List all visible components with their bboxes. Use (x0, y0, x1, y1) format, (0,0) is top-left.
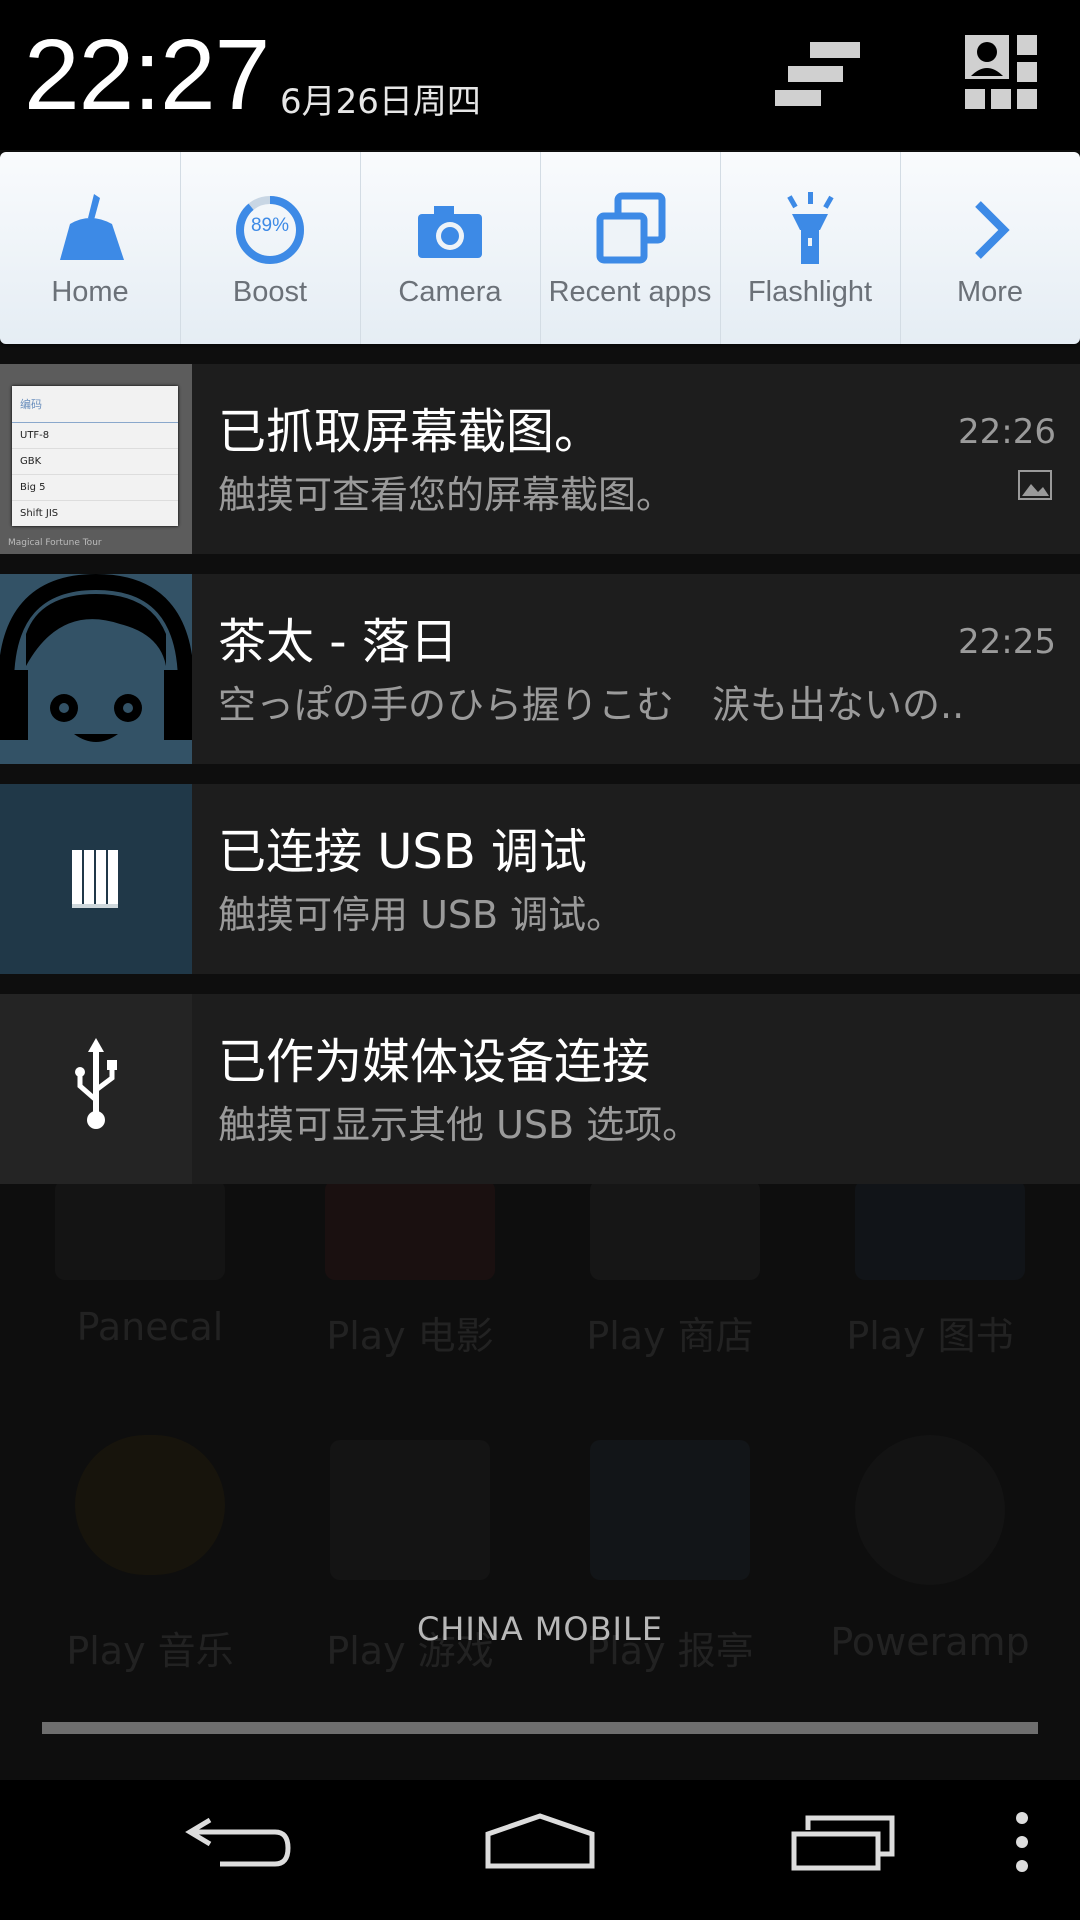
qs-label: Flashlight (747, 276, 873, 308)
navigation-bar (0, 1780, 1080, 1920)
boost-value: 89% (250, 215, 290, 236)
thumbnail-menu: 编码 UTF-8 GBK Big 5 Shift JIS (12, 386, 178, 526)
notification-title: 已作为媒体设备连接 (218, 1034, 651, 1090)
thumbnail-menu-item: GBK (12, 449, 178, 475)
qs-label: Camera (398, 276, 502, 308)
bg-app-label: Play 商店 (586, 1314, 754, 1358)
image-icon (1018, 470, 1052, 500)
bg-app-icon (590, 1180, 760, 1280)
usb-debug-icon (0, 784, 192, 974)
notification-text: 触摸可显示其他 USB 选项。 (218, 1103, 701, 1147)
qs-tile-flashlight[interactable]: Flashlight (720, 152, 901, 344)
bg-app-label: Play 图书 (846, 1314, 1014, 1358)
qs-label: More (956, 276, 1024, 308)
back-icon[interactable] (180, 1810, 300, 1880)
notification-music[interactable]: 茶太 - 落日 空っぽの手のひら握りこむ 涙も出ないの.. 22:25 (0, 574, 1080, 764)
notification-text: 空っぽの手のひら握りこむ 涙も出ないの.. (218, 683, 965, 727)
boost-gauge-icon: 89% (230, 190, 310, 270)
thumbnail-menu-item: Big 5 (12, 475, 178, 501)
bg-app-icon (855, 1180, 1025, 1280)
broom-icon (50, 190, 130, 270)
notification-title: 已连接 USB 调试 (218, 824, 588, 880)
chevron-right-icon (950, 190, 1030, 270)
flashlight-icon (770, 190, 850, 270)
thumbnail-menu-item: UTF-8 (12, 423, 178, 449)
bg-app-icon (325, 1180, 495, 1280)
music-headphones-avatar (0, 574, 192, 764)
notification-title: 茶太 - 落日 (218, 614, 458, 670)
notification-time: 22:25 (958, 622, 1056, 662)
recents-icon[interactable] (780, 1810, 900, 1880)
thumbnail-footer: Magical Fortune Tour (8, 538, 102, 548)
thumbnail-menu-item: Shift JIS (20, 508, 59, 519)
qs-tile-more[interactable]: More (900, 152, 1080, 344)
usb-icon (0, 994, 192, 1184)
bg-app-icon (590, 1440, 750, 1580)
background-launcher: Panecal Play 电影 Play 商店 Play 图书 Play 音乐 … (0, 1180, 1080, 1740)
qs-label: Boost (232, 276, 308, 308)
notification-text: 触摸可停用 USB 调试。 (218, 893, 625, 937)
qs-label: Recent apps (548, 276, 712, 308)
notification-time: 22:26 (958, 412, 1056, 452)
notification-header: 22:27 6月26日周四 (0, 0, 1080, 150)
bg-app-icon (330, 1440, 490, 1580)
qs-tile-recent-apps[interactable]: Recent apps (540, 152, 721, 344)
date: 6月26日周四 (280, 82, 481, 122)
overflow-menu-icon[interactable] (1004, 1804, 1040, 1884)
notification-title: 已抓取屏幕截图。 (218, 404, 603, 460)
qs-tile-boost[interactable]: 89% Boost (180, 152, 361, 344)
bg-app-icon (75, 1435, 225, 1575)
camera-icon (410, 190, 490, 270)
quick-settings-user-icon[interactable] (962, 32, 1042, 112)
bg-app-icon (855, 1435, 1005, 1585)
thumbnail-menu-title: 编码 (12, 386, 178, 423)
notification-media-device[interactable]: 已作为媒体设备连接 触摸可显示其他 USB 选项。 (0, 994, 1080, 1184)
quick-settings-bar: Home 89% Boost Camera Recent apps Flashl… (0, 152, 1080, 344)
bg-app-label: Play 电影 (326, 1314, 494, 1358)
notification-screenshot[interactable]: 编码 UTF-8 GBK Big 5 Shift JIS Magical For… (0, 364, 1080, 554)
qs-label: Home (51, 276, 129, 308)
home-icon[interactable] (480, 1810, 600, 1880)
notification-text: 触摸可查看您的屏幕截图。 (218, 473, 675, 517)
bg-app-icon (55, 1180, 225, 1280)
qs-tile-camera[interactable]: Camera (360, 152, 541, 344)
notification-usb-debugging[interactable]: 已连接 USB 调试 触摸可停用 USB 调试。 (0, 784, 1080, 974)
settings-bars-icon[interactable] (770, 38, 870, 114)
shade-drag-handle[interactable] (42, 1722, 1038, 1734)
carrier-label: CHINA MOBILE (416, 1610, 664, 1648)
recent-apps-icon (590, 190, 670, 270)
screenshot-thumbnail: 编码 UTF-8 GBK Big 5 Shift JIS Magical For… (0, 364, 192, 554)
qs-tile-home[interactable]: Home (0, 152, 181, 344)
bg-app-label: Panecal (76, 1305, 224, 1349)
clock: 22:27 (24, 19, 270, 131)
